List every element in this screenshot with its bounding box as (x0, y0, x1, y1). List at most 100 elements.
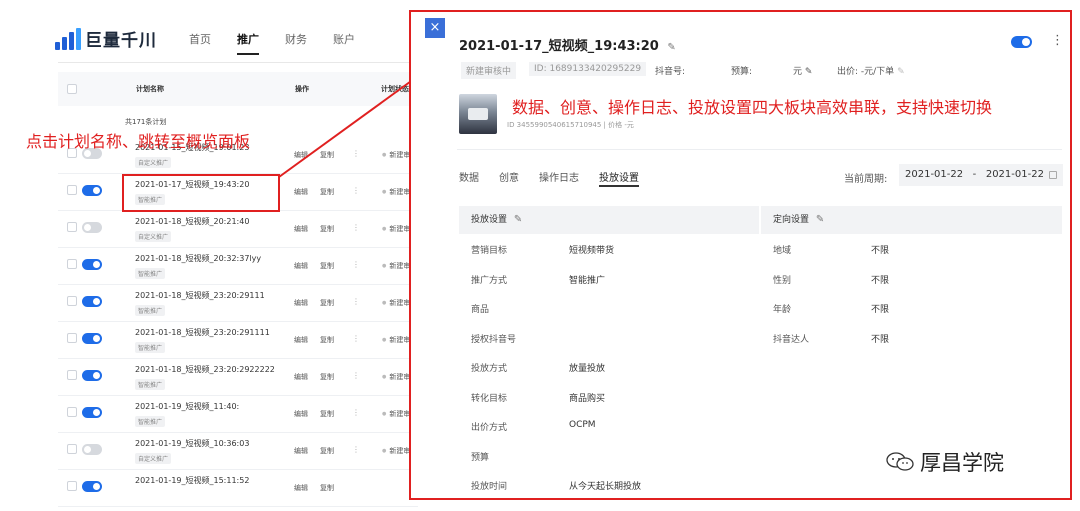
row-more-icon[interactable]: ⋮ (352, 223, 360, 232)
edit-link[interactable]: 编辑 (294, 483, 308, 493)
edit-bid-icon[interactable]: ✎ (897, 67, 905, 77)
app-logo[interactable]: 巨量千川 (55, 26, 157, 51)
row-checkbox[interactable] (67, 222, 77, 232)
nav-item-account[interactable]: 账户 (333, 31, 381, 47)
nav-item-home[interactable]: 首页 (189, 31, 237, 47)
row-toggle[interactable] (82, 481, 102, 492)
table-row[interactable]: 2021-01-19_短视频_11:40:智能推广编辑复制⋮新建审核中 (58, 396, 424, 433)
edit-link[interactable]: 编辑 (294, 446, 308, 456)
table-header: 计划名称 操作 计划状态 (58, 72, 418, 106)
copy-link[interactable]: 复制 (320, 409, 334, 419)
row-checkbox[interactable] (67, 333, 77, 343)
row-more-icon[interactable]: ⋮ (352, 149, 360, 158)
table-row[interactable]: 2021-01-18_短视频_23:20:29111智能推广编辑复制⋮新建审核中 (58, 285, 424, 322)
row-toggle[interactable] (82, 185, 102, 196)
delivery-key: 预算 (471, 452, 490, 463)
row-toggle[interactable] (82, 296, 102, 307)
edit-link[interactable]: 编辑 (294, 298, 308, 308)
plan-type-tag: 智能推广 (135, 379, 166, 390)
copy-link[interactable]: 复制 (320, 261, 334, 271)
plan-name-link[interactable]: 2021-01-18_短视频_23:20:291111 (135, 327, 270, 338)
table-row[interactable]: 2021-01-18_短视频_23:20:2922222智能推广编辑复制⋮新建审… (58, 359, 424, 396)
date-range-picker[interactable]: 2021-01-22 - 2021-01-22 (899, 164, 1063, 186)
delivery-key: 出价方式 (471, 423, 508, 433)
row-more-icon[interactable]: ⋮ (352, 445, 360, 454)
delivery-value: OCPM (569, 420, 596, 430)
screenshot-canvas: 巨量千川 首页 推广 财务 账户 计划名称 操作 计划状态 共171条计划 20… (0, 0, 1080, 511)
plan-toggle[interactable] (1011, 36, 1032, 48)
row-toggle[interactable] (82, 333, 102, 344)
edit-link[interactable]: 编辑 (294, 409, 308, 419)
more-icon[interactable]: ⋮ (1051, 33, 1064, 48)
edit-link[interactable]: 编辑 (294, 187, 308, 197)
delivery-value: 智能推广 (569, 275, 606, 286)
select-all-checkbox[interactable] (67, 84, 77, 94)
copy-link[interactable]: 复制 (320, 224, 334, 234)
table-row[interactable]: 2021-01-18_短视频_20:32:37lyy智能推广编辑复制⋮新建审核中 (58, 248, 424, 285)
table-row[interactable]: 2021-01-19_短视频_10:36:03自定义推广编辑复制⋮新建审核中 (58, 433, 424, 470)
row-more-icon[interactable]: ⋮ (352, 297, 360, 306)
delivery-settings-title: 投放设置 (471, 215, 508, 225)
tab-data[interactable]: 数据 (459, 169, 479, 184)
nav-item-promotion[interactable]: 推广 (237, 31, 285, 55)
row-toggle[interactable] (82, 370, 102, 381)
copy-link[interactable]: 复制 (320, 298, 334, 308)
edit-link[interactable]: 编辑 (294, 261, 308, 271)
edit-title-icon[interactable]: ✎ (667, 42, 675, 53)
row-toggle[interactable] (82, 444, 102, 455)
period-start: 2021-01-22 (905, 169, 964, 180)
copy-link[interactable]: 复制 (320, 372, 334, 382)
row-checkbox[interactable] (67, 296, 77, 306)
callout-label: 点击计划名称、跳转至概览面板 (26, 132, 251, 151)
table-row[interactable]: 2021-01-19_短视频_15:11:52 编辑 复制 (58, 470, 418, 507)
row-more-icon[interactable]: ⋮ (352, 408, 360, 417)
plan-count: 共171条计划 (125, 118, 167, 126)
tab-creative[interactable]: 创意 (499, 169, 519, 184)
delivery-value: 商品购买 (569, 393, 606, 404)
edit-targeting-icon[interactable]: ✎ (816, 214, 824, 225)
row-toggle[interactable] (82, 222, 102, 233)
row-more-icon[interactable]: ⋮ (352, 186, 360, 195)
plan-name-link[interactable]: 2021-01-18_短视频_20:32:37lyy (135, 253, 261, 264)
row-toggle[interactable] (82, 259, 102, 270)
close-icon[interactable]: × (425, 18, 445, 38)
row-checkbox[interactable] (67, 370, 77, 380)
row-more-icon[interactable]: ⋮ (352, 371, 360, 380)
delivery-key: 投放方式 (471, 364, 508, 374)
edit-link[interactable]: 编辑 (294, 335, 308, 345)
copy-link[interactable]: 复制 (320, 446, 334, 456)
plan-name-link[interactable]: 2021-01-18_短视频_20:21:40 (135, 216, 249, 227)
budget-label: 预算: (731, 67, 753, 77)
plan-name-link[interactable]: 2021-01-19_短视频_15:11:52 (135, 475, 249, 486)
row-toggle[interactable] (82, 407, 102, 418)
panel-title: 2021-01-17_短视频_19:43:20 ✎ (459, 35, 676, 54)
plan-name-link[interactable]: 2021-01-18_短视频_23:20:29111 (135, 290, 265, 301)
edit-delivery-icon[interactable]: ✎ (514, 214, 522, 225)
copy-link[interactable]: 复制 (320, 483, 334, 493)
plan-name-link[interactable]: 2021-01-19_短视频_11:40: (135, 401, 239, 412)
copy-link[interactable]: 复制 (320, 187, 334, 197)
row-checkbox[interactable] (67, 185, 77, 195)
table-row[interactable]: 2021-01-18_短视频_23:20:291111智能推广编辑复制⋮新建审核… (58, 322, 424, 359)
copy-link[interactable]: 复制 (320, 150, 334, 160)
row-checkbox[interactable] (67, 259, 77, 269)
table-row[interactable]: 2021-01-18_短视频_20:21:40自定义推广编辑复制⋮新建审核中 (58, 211, 424, 248)
row-checkbox[interactable] (67, 481, 77, 491)
plan-name-link[interactable]: 2021-01-19_短视频_10:36:03 (135, 438, 249, 449)
row-more-icon[interactable]: ⋮ (352, 334, 360, 343)
edit-link[interactable]: 编辑 (294, 150, 308, 160)
highlight-box (122, 174, 280, 212)
tab-delivery-settings[interactable]: 投放设置 (599, 169, 639, 187)
edit-budget-icon[interactable]: ✎ (805, 67, 813, 77)
nav-item-finance[interactable]: 财务 (285, 31, 333, 47)
tab-operation-log[interactable]: 操作日志 (539, 169, 579, 184)
row-more-icon[interactable]: ⋮ (352, 260, 360, 269)
row-checkbox[interactable] (67, 444, 77, 454)
col-name-header: 计划名称 (136, 85, 164, 93)
edit-link[interactable]: 编辑 (294, 372, 308, 382)
row-checkbox[interactable] (67, 407, 77, 417)
copy-link[interactable]: 复制 (320, 335, 334, 345)
top-nav: 首页 推广 财务 账户 (189, 31, 381, 55)
plan-name-link[interactable]: 2021-01-18_短视频_23:20:2922222 (135, 364, 275, 375)
edit-link[interactable]: 编辑 (294, 224, 308, 234)
